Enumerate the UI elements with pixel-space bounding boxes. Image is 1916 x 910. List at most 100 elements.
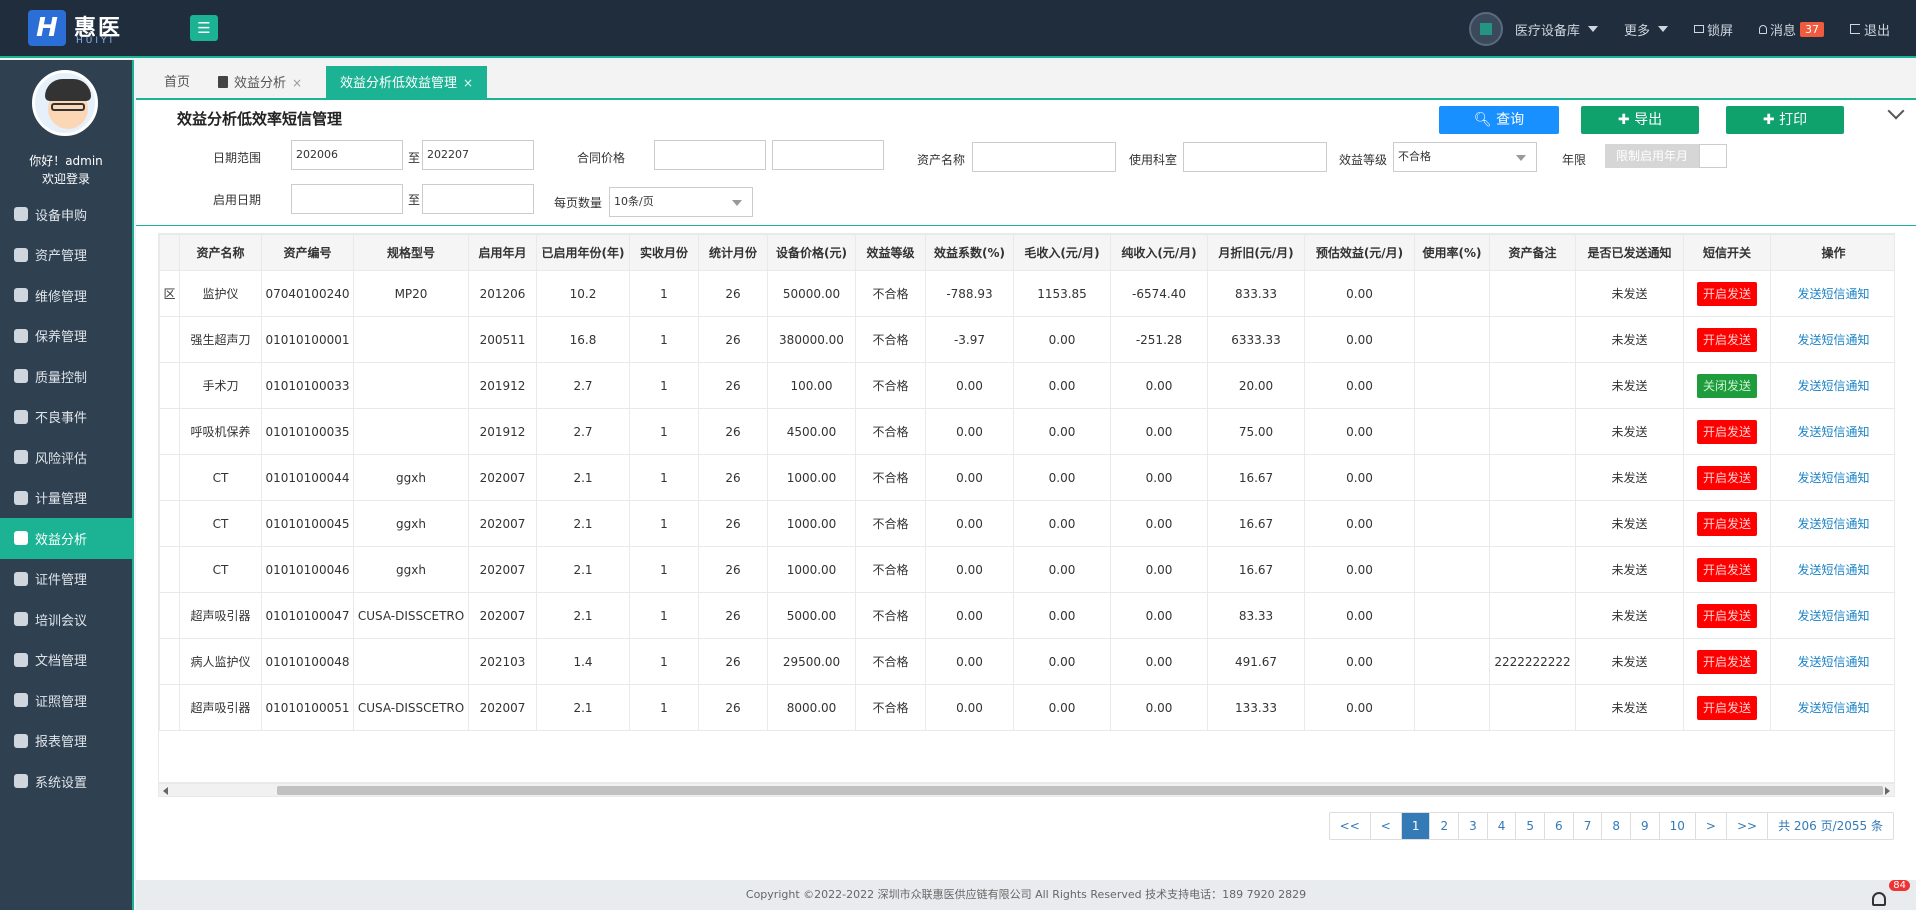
disable-sms-button[interactable]: 关闭发送 bbox=[1696, 373, 1757, 398]
column-header[interactable]: 设备价格(元) bbox=[767, 234, 856, 271]
sidebar-item-quality[interactable]: 质量控制 bbox=[0, 356, 132, 397]
print-button[interactable]: ✚ 打印 bbox=[1726, 106, 1844, 134]
enable-sms-button[interactable]: 开启发送 bbox=[1696, 649, 1757, 674]
sidebar-item-repair[interactable]: 维修管理 bbox=[0, 275, 132, 316]
org-selector[interactable]: 医疗设备库 bbox=[1468, 12, 1598, 46]
column-header[interactable]: 资产名称 bbox=[179, 234, 262, 271]
page-button[interactable]: 1 bbox=[1401, 813, 1431, 839]
send-sms-notification-link[interactable]: 发送短信通知 bbox=[1797, 563, 1869, 577]
page-button[interactable]: 9 bbox=[1631, 813, 1660, 839]
sidebar-item-metering[interactable]: 计量管理 bbox=[0, 478, 132, 519]
price-min-input[interactable] bbox=[654, 140, 766, 170]
tab-home[interactable]: 首页 bbox=[150, 66, 204, 100]
more-menu[interactable]: 更多 bbox=[1624, 20, 1668, 39]
export-button[interactable]: ✚ 导出 bbox=[1581, 106, 1699, 134]
column-header[interactable]: 已启用年份(年) bbox=[536, 234, 630, 271]
page-prev-button[interactable]: < bbox=[1371, 813, 1402, 839]
sidebar-item-maintenance[interactable]: 保养管理 bbox=[0, 316, 132, 357]
date-from-input[interactable]: 202006 bbox=[291, 140, 403, 170]
sidebar-item-reports[interactable]: 报表管理 bbox=[0, 721, 132, 762]
chevron-down-icon[interactable] bbox=[1887, 102, 1905, 120]
sidebar-item-assets[interactable]: 资产管理 bbox=[0, 235, 132, 276]
sidebar-item-documents[interactable]: 文档管理 bbox=[0, 640, 132, 681]
query-button[interactable]: 🔍︎ 查询 bbox=[1439, 106, 1559, 134]
sidebar-item-adverse-events[interactable]: 不良事件 bbox=[0, 397, 132, 438]
page-button[interactable]: 5 bbox=[1516, 813, 1546, 839]
department-input[interactable] bbox=[1183, 142, 1327, 172]
column-header[interactable]: 毛收入(元/月) bbox=[1013, 234, 1111, 271]
enable-sms-button[interactable]: 开启发送 bbox=[1696, 557, 1757, 582]
sidebar-item-benefit-analysis[interactable]: 效益分析 bbox=[0, 518, 132, 559]
enable-sms-button[interactable]: 开启发送 bbox=[1696, 511, 1757, 536]
page-button[interactable]: 2 bbox=[1430, 813, 1460, 839]
page-button[interactable]: 7 bbox=[1574, 813, 1603, 839]
send-sms-notification-link[interactable]: 发送短信通知 bbox=[1797, 655, 1869, 669]
enable-sms-button[interactable]: 开启发送 bbox=[1696, 465, 1757, 490]
enable-sms-button[interactable]: 开启发送 bbox=[1696, 281, 1757, 306]
page-next-button[interactable]: > bbox=[1696, 813, 1727, 839]
column-header[interactable]: 纯收入(元/月) bbox=[1110, 234, 1208, 271]
sidebar-item-training[interactable]: 培训会议 bbox=[0, 599, 132, 640]
enable-sms-button[interactable]: 开启发送 bbox=[1696, 419, 1757, 444]
send-sms-notification-link[interactable]: 发送短信通知 bbox=[1797, 425, 1869, 439]
send-sms-notification-link[interactable]: 发送短信通知 bbox=[1797, 609, 1869, 623]
page-button[interactable]: 10 bbox=[1660, 813, 1696, 839]
enable-sms-button[interactable]: 开启发送 bbox=[1696, 695, 1757, 720]
sidebar-item-licenses[interactable]: 证照管理 bbox=[0, 680, 132, 721]
close-icon[interactable]: × bbox=[463, 76, 473, 90]
column-header[interactable]: 是否已发送通知 bbox=[1575, 234, 1684, 271]
page-first-button[interactable]: << bbox=[1330, 813, 1371, 839]
start-date-from-input[interactable] bbox=[291, 184, 403, 214]
sidebar-item-certificates[interactable]: 证件管理 bbox=[0, 559, 132, 600]
column-header[interactable]: 预估效益(元/月) bbox=[1304, 234, 1415, 271]
send-sms-notification-link[interactable]: 发送短信通知 bbox=[1797, 701, 1869, 715]
toggle-knob[interactable] bbox=[1699, 144, 1727, 168]
column-header[interactable]: 启用年月 bbox=[468, 234, 537, 271]
page-button[interactable]: 3 bbox=[1459, 813, 1488, 839]
sidebar-item-risk[interactable]: 风险评估 bbox=[0, 437, 132, 478]
column-header[interactable]: 规格型号 bbox=[353, 234, 469, 271]
horizontal-scrollbar[interactable] bbox=[158, 783, 1895, 797]
column-header[interactable]: 效益系数(%) bbox=[925, 234, 1014, 271]
page-button[interactable]: 8 bbox=[1602, 813, 1631, 839]
send-sms-notification-link[interactable]: 发送短信通知 bbox=[1797, 287, 1869, 301]
tab-benefit-analysis[interactable]: 效益分析 × bbox=[204, 66, 316, 100]
send-sms-notification-link[interactable]: 发送短信通知 bbox=[1797, 379, 1869, 393]
column-header[interactable]: 资产编号 bbox=[261, 234, 354, 271]
scrollbar-thumb[interactable] bbox=[277, 786, 1883, 795]
start-date-to-input[interactable] bbox=[422, 184, 534, 214]
column-header[interactable]: 实收月份 bbox=[629, 234, 699, 271]
close-icon[interactable]: × bbox=[292, 76, 302, 90]
limit-start-date-toggle[interactable]: 限制启用年月 bbox=[1605, 144, 1699, 168]
column-header[interactable]: 使用率(%) bbox=[1414, 234, 1490, 271]
lock-screen-button[interactable]: 锁屏 bbox=[1693, 20, 1733, 39]
price-max-input[interactable] bbox=[772, 140, 884, 170]
scroll-right-icon[interactable] bbox=[1885, 787, 1890, 795]
column-header[interactable]: 资产备注 bbox=[1489, 234, 1576, 271]
page-last-button[interactable]: >> bbox=[1727, 813, 1769, 839]
enable-sms-button[interactable]: 开启发送 bbox=[1696, 603, 1757, 628]
messages-button[interactable]: 消息 37 bbox=[1758, 20, 1824, 39]
send-sms-notification-link[interactable]: 发送短信通知 bbox=[1797, 333, 1869, 347]
asset-name-input[interactable] bbox=[972, 142, 1116, 172]
column-header[interactable]: 短信开关 bbox=[1683, 234, 1771, 271]
date-to-input[interactable]: 202207 bbox=[422, 140, 534, 170]
send-sms-notification-link[interactable]: 发送短信通知 bbox=[1797, 517, 1869, 531]
bell-icon[interactable] bbox=[1872, 892, 1886, 906]
column-header[interactable]: 效益等级 bbox=[855, 234, 926, 271]
page-button[interactable]: 4 bbox=[1488, 813, 1517, 839]
tab-low-benefit[interactable]: 效益分析低效益管理 × bbox=[326, 66, 488, 100]
sidebar-item-purchase[interactable]: 设备申购 bbox=[0, 194, 132, 235]
grade-select[interactable]: 不合格 bbox=[1393, 142, 1537, 172]
send-sms-notification-link[interactable]: 发送短信通知 bbox=[1797, 471, 1869, 485]
results-table-container[interactable]: 资产名称 资产编号 规格型号 启用年月 已启用年份(年) 实收月份 统计月份 设… bbox=[158, 233, 1895, 783]
column-header[interactable]: 统计月份 bbox=[698, 234, 768, 271]
logout-button[interactable]: 退出 bbox=[1849, 20, 1890, 39]
column-header[interactable]: 月折旧(元/月) bbox=[1207, 234, 1305, 271]
page-size-select[interactable]: 10条/页 bbox=[609, 187, 753, 217]
page-button[interactable]: 6 bbox=[1545, 813, 1574, 839]
enable-sms-button[interactable]: 开启发送 bbox=[1696, 327, 1757, 352]
menu-toggle-button[interactable]: ☰ bbox=[190, 15, 218, 41]
sidebar-item-settings[interactable]: 系统设置 bbox=[0, 761, 132, 802]
scroll-left-icon[interactable] bbox=[163, 787, 168, 795]
